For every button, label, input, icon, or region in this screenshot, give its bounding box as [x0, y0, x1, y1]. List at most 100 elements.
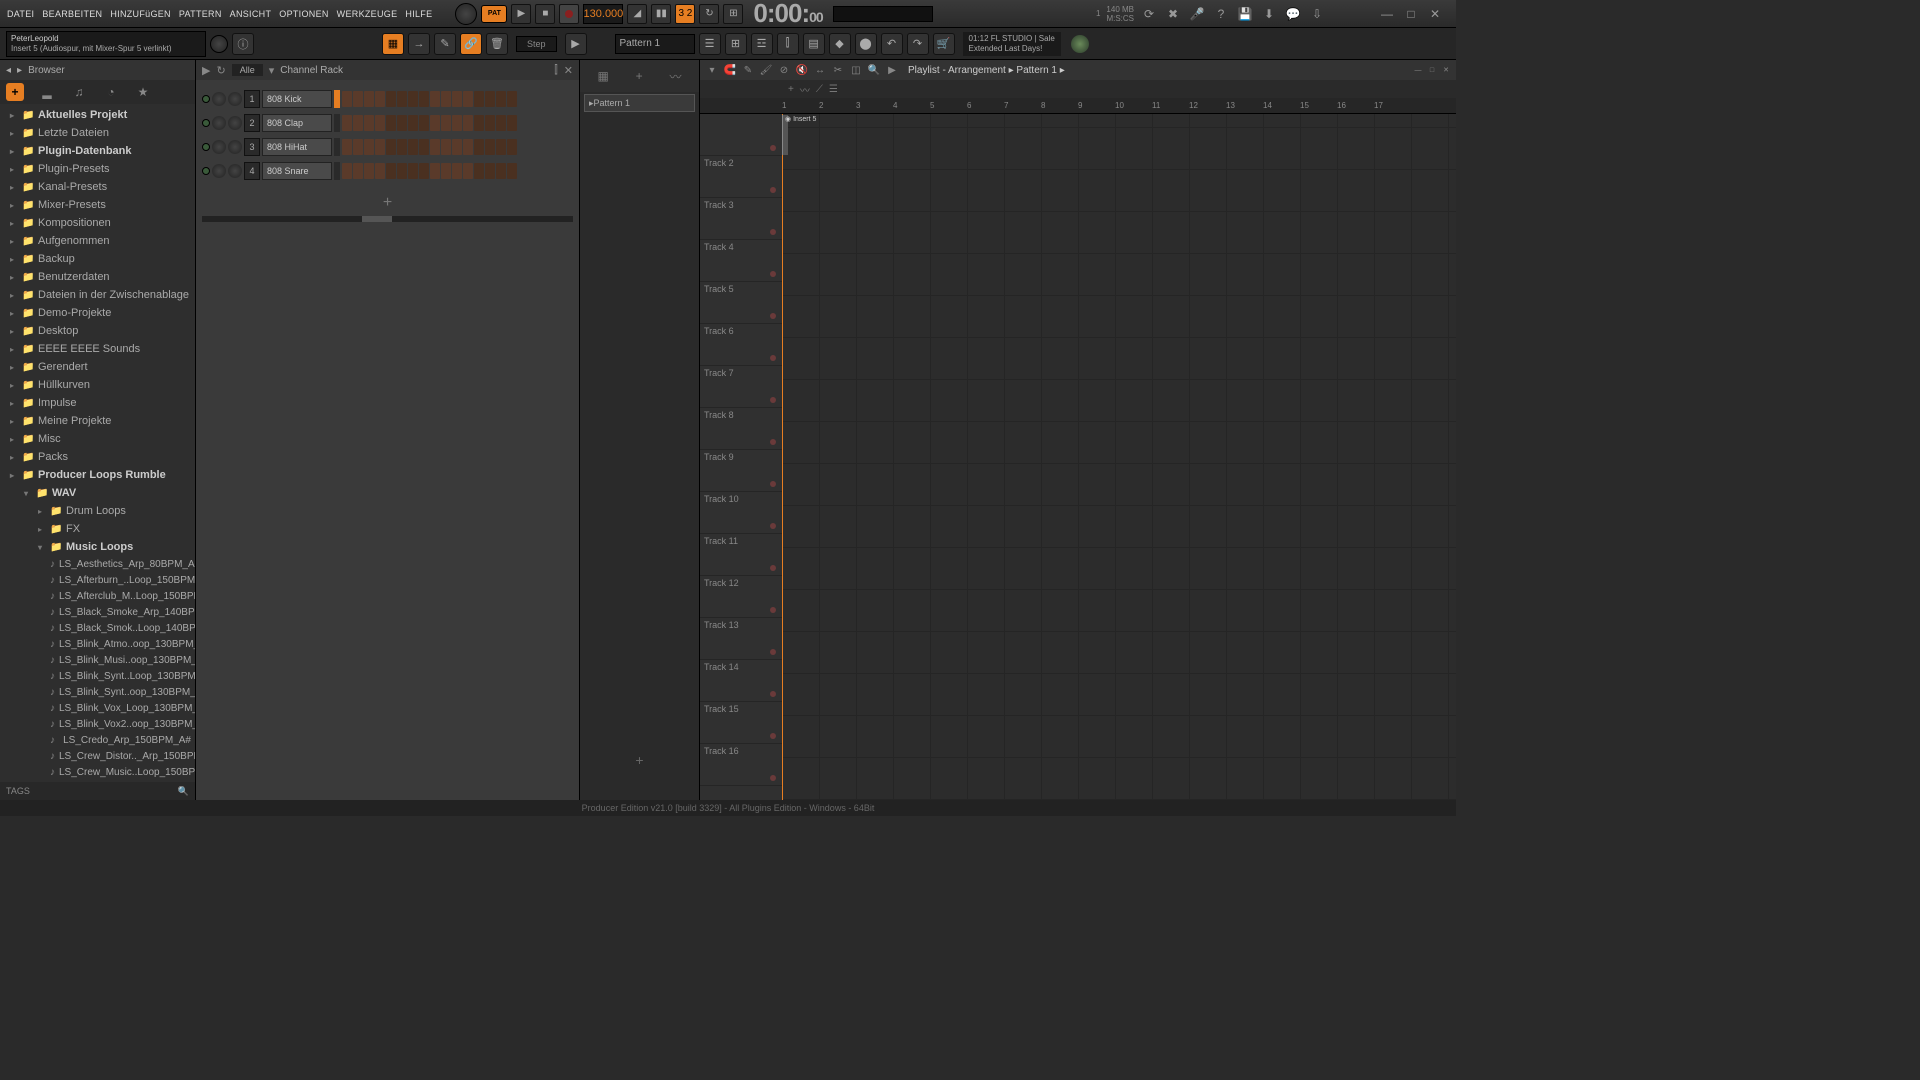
- undo-icon[interactable]: ↶: [881, 33, 903, 55]
- cr-menu-icon[interactable]: ↻: [216, 64, 225, 77]
- track-mute-dot[interactable]: [770, 397, 776, 403]
- track-mute-dot[interactable]: [770, 229, 776, 235]
- channel-number[interactable]: 3: [244, 138, 260, 156]
- browser-back-icon[interactable]: ◂: [6, 65, 11, 76]
- step-sequencer[interactable]: [342, 163, 517, 179]
- download-icon[interactable]: ⇩: [1308, 5, 1326, 23]
- channel-name[interactable]: 808 Clap: [262, 114, 332, 132]
- help-icon[interactable]: ?: [1212, 5, 1230, 23]
- cr-arrow-icon[interactable]: ▾: [269, 64, 275, 77]
- search-icon[interactable]: 🔍: [178, 786, 189, 797]
- track-header[interactable]: Track 15: [700, 702, 782, 744]
- pl-zoom-icon[interactable]: 🔍: [866, 62, 882, 78]
- stop-button[interactable]: ■: [535, 4, 555, 24]
- track-mute-dot[interactable]: [770, 355, 776, 361]
- pl-close-icon[interactable]: ✕: [1440, 65, 1452, 75]
- mic-icon[interactable]: 🎤: [1188, 5, 1206, 23]
- channel-pan-knob[interactable]: [212, 140, 226, 154]
- track-header[interactable]: Track 11: [700, 534, 782, 576]
- track-header[interactable]: Track 7: [700, 366, 782, 408]
- channel-select[interactable]: [334, 114, 340, 132]
- track-mute-dot[interactable]: [770, 523, 776, 529]
- pl-slice-icon[interactable]: ✂: [830, 62, 846, 78]
- channel-vol-knob[interactable]: [228, 116, 242, 130]
- bpm-display[interactable]: 130.000: [583, 4, 623, 24]
- tree-file[interactable]: ♪LS_Blink_Atmo..oop_130BPM_Am: [0, 636, 195, 652]
- shop-icon[interactable]: 🛒: [933, 33, 955, 55]
- tree-folder[interactable]: ▸📁Demo-Projekte: [0, 304, 195, 322]
- track-mute-dot[interactable]: [770, 775, 776, 781]
- tree-folder[interactable]: ▸📁Impulse: [0, 394, 195, 412]
- track-header[interactable]: Track 3: [700, 198, 782, 240]
- pattern-item[interactable]: ▸ Pattern 1: [584, 94, 695, 112]
- channel-mute-led[interactable]: [202, 143, 210, 151]
- menu-optionen[interactable]: OPTIONEN: [276, 7, 331, 21]
- pp-grid-icon[interactable]: ▦: [597, 69, 608, 83]
- mixer-toggle[interactable]: ⫿: [777, 33, 799, 55]
- tree-folder[interactable]: ▸📁Misc: [0, 430, 195, 448]
- tree-file[interactable]: ♪LS_Black_Smok..Loop_140BPM_G: [0, 620, 195, 636]
- tree-file[interactable]: ♪LS_Blink_Vox2..oop_130BPM_Am: [0, 716, 195, 732]
- pl-delete-icon[interactable]: ⊘: [776, 62, 792, 78]
- sync-icon[interactable]: ⟳: [1140, 5, 1158, 23]
- cr-graph-icon[interactable]: ⫿: [554, 64, 558, 77]
- cr-close-icon[interactable]: ✕: [564, 64, 573, 77]
- tree-folder[interactable]: ▸📁Packs: [0, 448, 195, 466]
- redo-icon[interactable]: ↷: [907, 33, 929, 55]
- channel-row[interactable]: 3808 HiHat: [202, 136, 573, 158]
- tree-folder[interactable]: ▸📁Gerendert: [0, 358, 195, 376]
- pl-mute-icon[interactable]: 🔇: [794, 62, 810, 78]
- channel-add-button[interactable]: +: [202, 194, 573, 212]
- channel-name[interactable]: 808 Snare: [262, 162, 332, 180]
- track-header[interactable]: Track 2: [700, 156, 782, 198]
- countdown-button[interactable]: 3 2: [675, 4, 695, 24]
- pl-magnet-icon[interactable]: 🧲: [722, 62, 738, 78]
- browser-tree[interactable]: ▸📁Aktuelles Projekt▸📁Letzte Dateien▸📁Plu…: [0, 104, 195, 782]
- pl-max-icon[interactable]: □: [1426, 65, 1438, 75]
- track-mute-dot[interactable]: [770, 313, 776, 319]
- export-icon[interactable]: ⬇: [1260, 5, 1278, 23]
- pp-wave-icon[interactable]: 〰: [670, 68, 682, 85]
- browser-refresh-icon[interactable]: ♫: [70, 83, 88, 101]
- snap-button[interactable]: ▦: [382, 33, 404, 55]
- pl-pencil-icon[interactable]: ✎: [740, 62, 756, 78]
- track-header[interactable]: Track 12: [700, 576, 782, 618]
- tree-file[interactable]: ♪LS_Black_Smoke_Arp_140BPM_G: [0, 604, 195, 620]
- news-panel[interactable]: 01:12 FL STUDIO | Sale Extended Last Day…: [963, 32, 1061, 56]
- tree-file[interactable]: ♪LS_Blink_Synt..oop_130BPM_Am: [0, 684, 195, 700]
- channel-select[interactable]: [334, 90, 340, 108]
- pl-play-icon[interactable]: ▶: [884, 62, 900, 78]
- track-mute-dot[interactable]: [770, 607, 776, 613]
- channel-row[interactable]: 2808 Clap: [202, 112, 573, 134]
- channel-vol-knob[interactable]: [228, 92, 242, 106]
- track-mute-dot[interactable]: [770, 565, 776, 571]
- browser-toggle[interactable]: ▤: [803, 33, 825, 55]
- channel-pan-knob[interactable]: [212, 164, 226, 178]
- pl-brush-icon[interactable]: 🖌: [758, 62, 774, 78]
- tree-file[interactable]: ♪LS_Afterburn_..Loop_150BPM_E: [0, 572, 195, 588]
- menu-hilfe[interactable]: HILFE: [402, 7, 435, 21]
- record-button[interactable]: [559, 4, 579, 24]
- channel-number[interactable]: 2: [244, 114, 260, 132]
- tree-folder[interactable]: ▸📁Backup: [0, 250, 195, 268]
- overdub-button[interactable]: ↻: [699, 4, 719, 24]
- piano-roll-toggle[interactable]: ⊞: [725, 33, 747, 55]
- browser-folder-icon[interactable]: ▂: [38, 83, 56, 101]
- menu-pattern[interactable]: PATTERN: [176, 7, 225, 21]
- step-sequencer[interactable]: [342, 139, 517, 155]
- pl-add-track-icon[interactable]: +: [788, 84, 794, 95]
- tree-folder[interactable]: ▸📁Meine Projekte: [0, 412, 195, 430]
- track-header[interactable]: Track 13: [700, 618, 782, 660]
- tree-folder[interactable]: ▸📁Kanal-Presets: [0, 178, 195, 196]
- pl-menu-icon[interactable]: ▾: [704, 62, 720, 78]
- pl-min-icon[interactable]: —: [1412, 65, 1424, 75]
- track-header[interactable]: Track 10: [700, 492, 782, 534]
- playlist-ruler[interactable]: 1234567891011121314151617: [700, 98, 1456, 114]
- channel-number[interactable]: 4: [244, 162, 260, 180]
- tools-icon[interactable]: ✖: [1164, 5, 1182, 23]
- pattern-selector[interactable]: Pattern 1: [615, 34, 695, 54]
- plugin-icon[interactable]: ◆: [829, 33, 851, 55]
- tree-file[interactable]: ♪LS_Blink_Vox_Loop_130BPM_Am: [0, 700, 195, 716]
- time-display[interactable]: 0:00:00: [753, 0, 822, 30]
- tree-folder-wav[interactable]: ▾📁WAV: [0, 484, 195, 502]
